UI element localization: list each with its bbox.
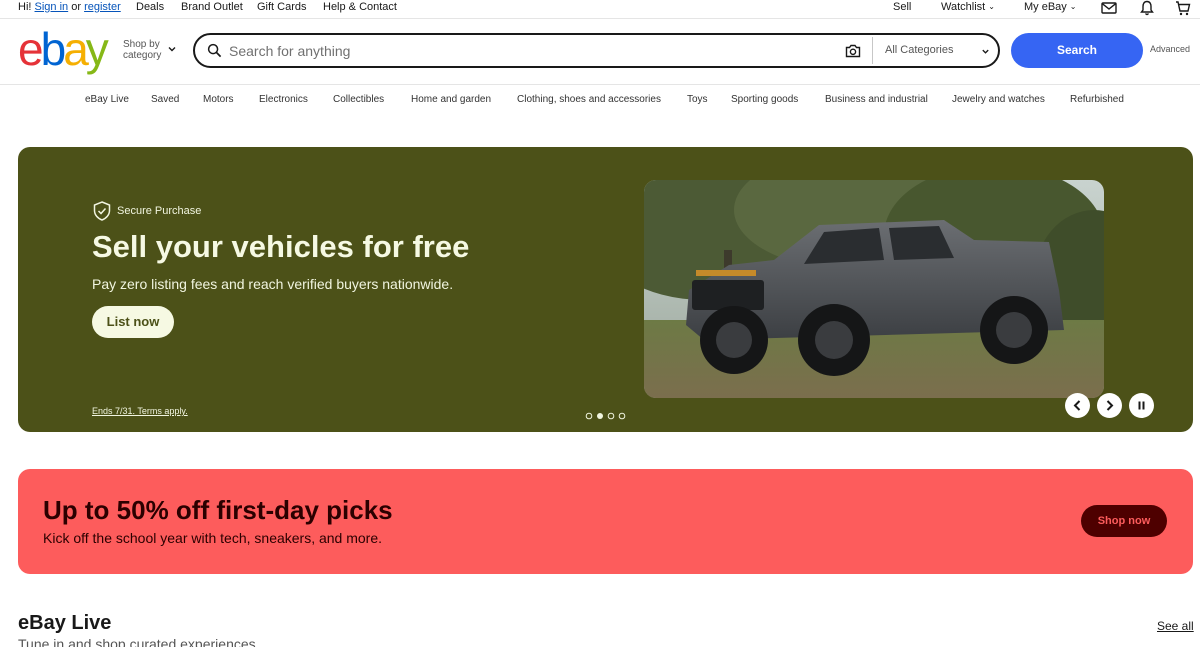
search-button[interactable]: Search: [1011, 33, 1143, 68]
hero-subtitle: Pay zero listing fees and reach verified…: [92, 276, 454, 292]
cart-icon[interactable]: [1175, 0, 1191, 16]
camera-icon[interactable]: [845, 43, 861, 59]
chevron-left-icon: [1073, 400, 1081, 411]
promo-banner[interactable]: Up to 50% off first-day picks Kick off t…: [18, 469, 1193, 574]
register-link[interactable]: register: [84, 1, 121, 13]
sell-link[interactable]: Sell: [893, 1, 911, 13]
gift-cards-link[interactable]: Gift Cards: [257, 1, 307, 13]
help-contact-link[interactable]: Help & Contact: [323, 1, 397, 13]
watchlist-menu[interactable]: Watchlist ⌄: [941, 1, 995, 13]
section-subtitle: Tune in and shop curated experiences: [18, 636, 256, 647]
category-link[interactable]: Jewelry and watches: [952, 94, 1045, 105]
or-text: or: [71, 1, 81, 13]
shield-check-icon: [93, 201, 111, 221]
category-link[interactable]: Business and industrial: [825, 94, 928, 105]
hero-title: Sell your vehicles for free: [92, 229, 470, 264]
header-divider: [0, 84, 1200, 85]
chevron-down-icon[interactable]: [981, 47, 990, 56]
shop-by-category-button[interactable]: Shop by category: [123, 39, 161, 61]
category-link[interactable]: Clothing, shoes and accessories: [517, 94, 661, 105]
search-icon: [207, 43, 222, 58]
watchlist-label: Watchlist: [941, 1, 986, 13]
pickup-truck-image: [644, 180, 1104, 398]
category-link[interactable]: eBay Live: [85, 94, 129, 105]
carousel-next-button[interactable]: [1097, 393, 1122, 418]
category-link[interactable]: Home and garden: [411, 94, 491, 105]
hero-banner[interactable]: Secure Purchase Sell your vehicles for f…: [18, 147, 1193, 432]
chevron-down-icon: ⌄: [988, 2, 995, 11]
greeting: Hi! Sign in or register: [18, 1, 121, 13]
carousel-pause-button[interactable]: [1129, 393, 1154, 418]
mail-icon[interactable]: [1101, 0, 1117, 16]
search-input[interactable]: [229, 40, 829, 62]
terms-link[interactable]: Ends 7/31. Terms apply.: [92, 406, 188, 416]
category-select[interactable]: All Categories: [885, 44, 953, 56]
promo-title: Up to 50% off first-day picks: [43, 495, 393, 525]
category-link[interactable]: Motors: [203, 94, 234, 105]
category-link[interactable]: Refurbished: [1070, 94, 1124, 105]
category-link[interactable]: Sporting goods: [731, 94, 798, 105]
category-link[interactable]: Toys: [687, 94, 708, 105]
greeting-text: Hi!: [18, 1, 32, 13]
promo-subtitle: Kick off the school year with tech, snea…: [43, 530, 383, 546]
category-link[interactable]: Electronics: [259, 94, 308, 105]
top-utility-bar: Hi! Sign in or register Deals Brand Outl…: [0, 0, 1200, 19]
list-now-button[interactable]: List now: [92, 306, 174, 338]
search-divider: [872, 37, 873, 64]
deals-link[interactable]: Deals: [136, 1, 164, 13]
chevron-down-icon: ⌄: [1069, 2, 1077, 11]
logo-letter: b: [40, 23, 67, 75]
ebay-logo[interactable]: ebay: [18, 26, 109, 72]
chevron-down-icon[interactable]: [167, 44, 177, 54]
my-ebay-label: My eBay: [1024, 1, 1067, 13]
section-title: eBay Live: [18, 612, 112, 634]
pause-icon: [1138, 401, 1145, 410]
see-all-link[interactable]: See all: [1157, 619, 1194, 633]
secure-purchase-badge: Secure Purchase: [117, 205, 202, 217]
carousel-dots[interactable]: [585, 412, 633, 420]
category-nav: eBay Live Saved Motors Electronics Colle…: [0, 94, 1200, 108]
shop-now-button[interactable]: Shop now: [1081, 505, 1167, 537]
sign-in-link[interactable]: Sign in: [35, 1, 69, 13]
shop-by-line1: Shop by: [123, 39, 160, 50]
my-ebay-menu[interactable]: My eBay ⌄: [1024, 1, 1077, 13]
carousel-prev-button[interactable]: [1065, 393, 1090, 418]
search-bar: All Categories: [193, 33, 1000, 68]
advanced-search-link[interactable]: Advanced: [1150, 44, 1190, 54]
category-link[interactable]: Collectibles: [333, 94, 384, 105]
chevron-right-icon: [1106, 400, 1114, 411]
shop-by-line2: category: [123, 50, 162, 61]
category-link[interactable]: Saved: [151, 94, 179, 105]
logo-letter: y: [85, 23, 109, 75]
bell-icon[interactable]: [1139, 0, 1155, 16]
logo-letter: e: [18, 23, 44, 75]
brand-outlet-link[interactable]: Brand Outlet: [181, 1, 243, 13]
logo-letter: a: [63, 23, 89, 75]
